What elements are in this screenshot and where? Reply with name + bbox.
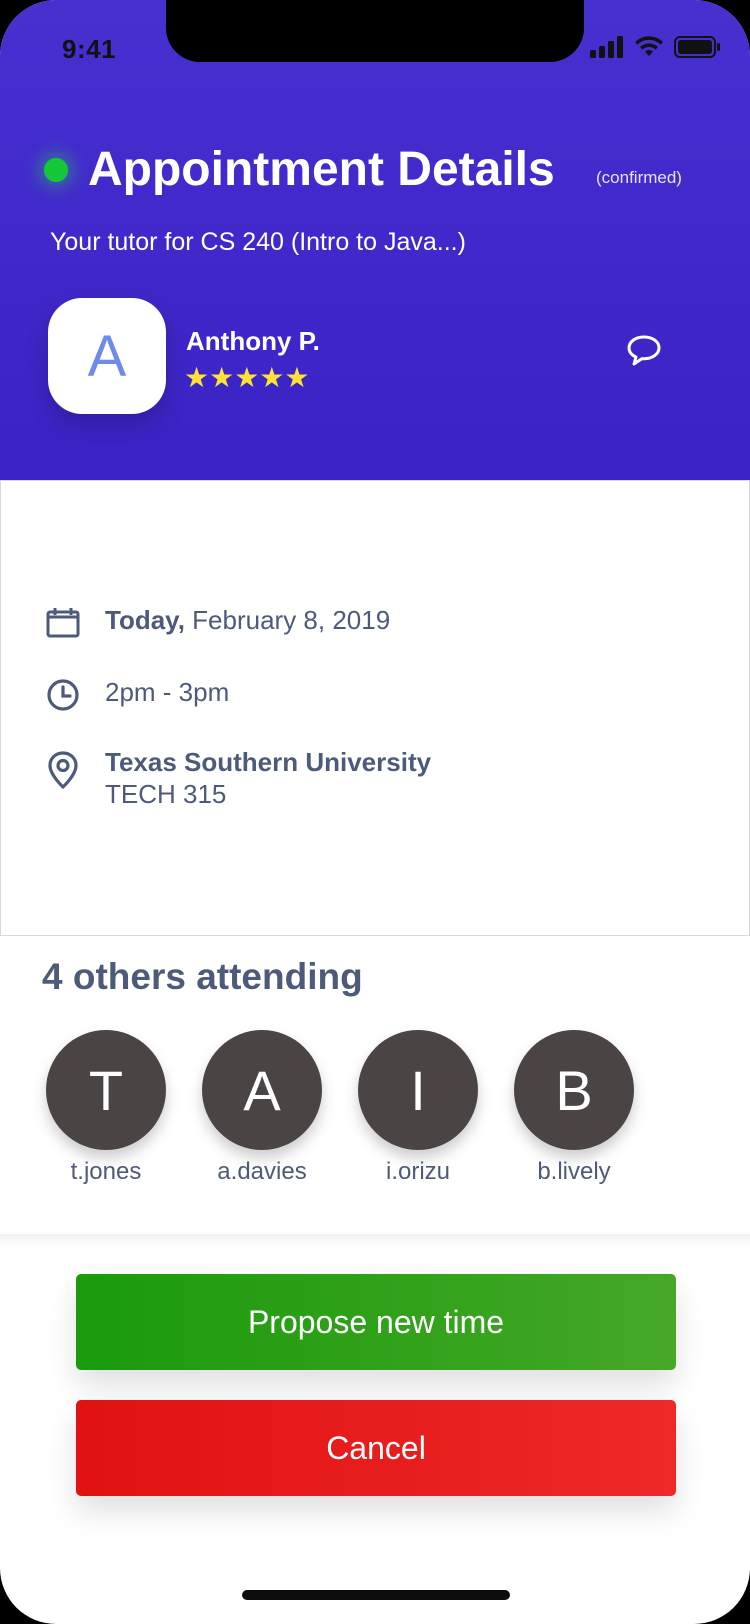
- attendee-item[interactable]: T t.jones: [46, 1030, 166, 1186]
- status-time: 9:41: [62, 34, 117, 64]
- battery-icon: [674, 36, 720, 58]
- attendee-item[interactable]: A a.davies: [202, 1030, 322, 1186]
- date-value: February 8, 2019: [184, 605, 391, 635]
- location-row: [45, 749, 81, 791]
- attendee-initial: T: [88, 1058, 124, 1122]
- attendee-username: t.jones: [70, 1158, 142, 1185]
- appointment-header: 9:41 Appointment Details (confirmed) You: [0, 0, 750, 480]
- attendee-avatar[interactable]: T: [46, 1030, 166, 1150]
- time-row: [45, 677, 81, 713]
- chat-bubble-icon[interactable]: [626, 334, 662, 368]
- appointment-details-card: Today, February 8, 2019 2pm - 3pm Texas …: [0, 480, 750, 936]
- attending-count-heading: 4 others attending: [42, 956, 363, 997]
- tutor-name[interactable]: Anthony P.: [186, 326, 320, 357]
- attendee-username: b.lively: [537, 1158, 611, 1185]
- confirmation-status: (confirmed): [596, 168, 682, 187]
- home-indicator[interactable]: [242, 1590, 510, 1600]
- calendar-icon: [46, 608, 80, 638]
- appointment-date: Today, February 8, 2019: [105, 605, 390, 636]
- location-room: TECH 315: [105, 779, 227, 809]
- status-icons: [590, 36, 720, 58]
- date-row: [45, 605, 81, 641]
- appointment-time: 2pm - 3pm: [105, 677, 230, 707]
- tutor-course-subtitle: Your tutor for CS 240 (Intro to Java...): [50, 228, 466, 256]
- tutor-avatar-initial: A: [87, 323, 127, 389]
- attendee-avatar[interactable]: I: [358, 1030, 478, 1150]
- section-divider: [0, 1234, 750, 1246]
- cancel-appointment-button[interactable]: Cancel: [76, 1400, 676, 1496]
- attendee-username: a.davies: [217, 1158, 307, 1185]
- attendee-initial: A: [243, 1058, 281, 1122]
- attendee-initial: B: [555, 1058, 593, 1122]
- cellular-signal-icon: [590, 36, 623, 58]
- attendee-item[interactable]: B b.lively: [514, 1030, 634, 1186]
- attendee-initial: I: [410, 1058, 426, 1122]
- tutor-rating: ★★★★★: [184, 364, 310, 392]
- rating-stars: ★★★★★: [184, 362, 310, 393]
- page-title: Appointment Details: [88, 143, 555, 196]
- attendee-avatar[interactable]: A: [202, 1030, 322, 1150]
- clock-icon: [47, 679, 79, 711]
- attendee-avatar[interactable]: B: [514, 1030, 634, 1150]
- app-screen: 9:41 Appointment Details (confirmed) You: [0, 0, 750, 1624]
- date-relative-label: Today,: [105, 605, 185, 635]
- device-notch: [166, 0, 584, 62]
- attendee-item[interactable]: I i.orizu: [358, 1030, 478, 1186]
- tutor-avatar[interactable]: A: [48, 298, 166, 414]
- propose-new-time-button[interactable]: Propose new time: [76, 1274, 676, 1370]
- location-name[interactable]: Texas Southern University: [105, 747, 431, 778]
- location-pin-icon: [48, 751, 78, 790]
- wifi-icon: [635, 36, 663, 56]
- online-status-dot: [44, 158, 68, 182]
- attendee-username: i.orizu: [385, 1158, 451, 1185]
